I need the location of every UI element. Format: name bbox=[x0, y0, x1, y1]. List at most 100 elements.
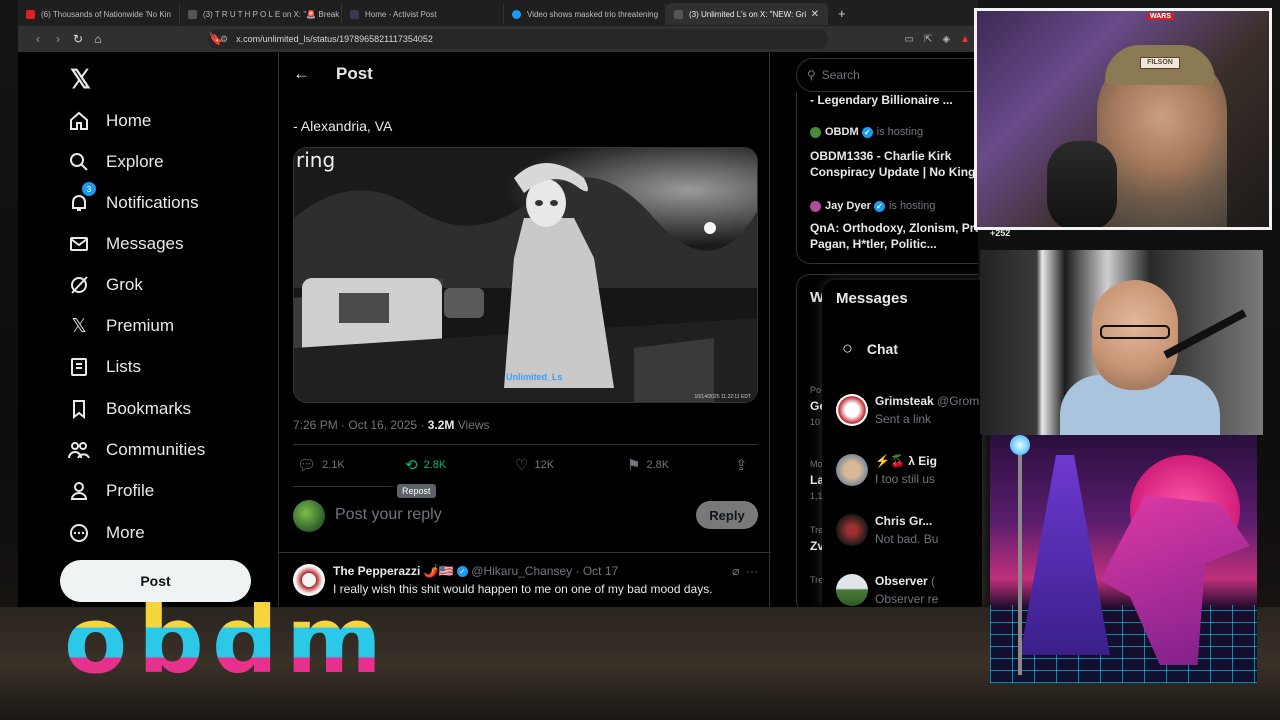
avatar bbox=[836, 454, 868, 486]
forward-icon[interactable]: › bbox=[48, 32, 68, 46]
share-icon[interactable]: ⇱ bbox=[924, 34, 932, 45]
bookmark-page-icon[interactable]: 🔖 bbox=[206, 32, 226, 46]
youtube-favicon-icon bbox=[26, 9, 35, 19]
reload-icon[interactable]: ↻ bbox=[68, 32, 88, 46]
reply-button[interactable]: Reply bbox=[696, 501, 758, 529]
rewards-icon[interactable]: ▲ bbox=[960, 34, 970, 45]
nav-item-premium[interactable]: 𝕏 Premium bbox=[68, 311, 174, 341]
views-label: Views bbox=[454, 418, 490, 432]
nav-item-lists[interactable]: Lists bbox=[68, 352, 141, 382]
space-host[interactable]: OBDM ✓ is hosting bbox=[810, 126, 923, 138]
more-icon[interactable]: ··· bbox=[746, 564, 758, 578]
grok-icon bbox=[68, 274, 90, 296]
back-arrow-icon[interactable]: ← bbox=[293, 64, 310, 84]
messages-title[interactable]: Messages bbox=[836, 290, 908, 307]
trend-category: Mo bbox=[810, 459, 823, 469]
close-tab-icon[interactable]: ✕ bbox=[807, 9, 819, 20]
search-input[interactable]: ⚲ Search bbox=[796, 58, 978, 92]
nav-item-messages[interactable]: Messages bbox=[68, 229, 183, 259]
nav-item-grok[interactable]: Grok bbox=[68, 270, 143, 300]
conversation-item[interactable]: Chris Gr... Not bad. Bu bbox=[836, 512, 982, 552]
bookmark-icon bbox=[68, 398, 90, 420]
live-spaces-panel: - Legendary Billionaire ... OBDM ✓ is hos… bbox=[796, 92, 978, 264]
space-title[interactable]: QnA: Orthodoxy, Zlonism, Prot, Pagan, H*… bbox=[810, 220, 978, 252]
wizard-artwork-overlay bbox=[990, 435, 1257, 683]
brave-shield-icon[interactable]: ◈ bbox=[942, 34, 950, 45]
repost-tooltip: Repost bbox=[397, 484, 436, 498]
nav-item-bookmarks[interactable]: Bookmarks bbox=[68, 394, 191, 424]
post-video[interactable]: ring Unlimited_Ls 10/14/2025 11:22:11 ED… bbox=[293, 147, 758, 403]
person-icon bbox=[68, 480, 90, 502]
conversation-item[interactable]: Observer ( Observer re bbox=[836, 572, 982, 607]
bookmark-icon: ⚑ bbox=[627, 457, 641, 474]
divider bbox=[293, 444, 758, 445]
nav-item-communities[interactable]: Communities bbox=[68, 435, 205, 465]
logo-letter: o bbox=[64, 595, 134, 688]
share-icon: ⇪ bbox=[735, 457, 748, 474]
microphone bbox=[1047, 141, 1117, 227]
view-count: 3.2M bbox=[427, 418, 455, 432]
browser-tab-active[interactable]: (3) Unlimited L's on X: "NEW: Gri ✕ bbox=[666, 3, 828, 25]
chat-bubble-icon: ○ bbox=[842, 338, 853, 358]
repost-action[interactable]: ⟲ 2.8K bbox=[405, 456, 446, 474]
search-icon bbox=[68, 151, 90, 173]
chat-button[interactable]: ○ Chat bbox=[842, 338, 898, 359]
back-icon[interactable]: ‹ bbox=[28, 32, 48, 46]
avatar[interactable] bbox=[293, 500, 325, 532]
post-metadata: 7:26 PM · Oct 16, 2025 · 3.2M Views bbox=[293, 418, 490, 432]
browser-tab[interactable]: Video shows masked trio threatening bbox=[504, 3, 666, 25]
x-favicon-icon bbox=[188, 9, 197, 19]
browser-tab[interactable]: (3) T R U T H P O L E on X: "🚨 Break bbox=[180, 3, 342, 25]
nav-item-explore[interactable]: Explore bbox=[68, 147, 164, 177]
doorbell-footage-image bbox=[294, 148, 757, 402]
post-time[interactable]: 7:26 PM · Oct 16, 2025 · bbox=[293, 418, 428, 432]
reply-menu: ⌀ ··· bbox=[732, 564, 758, 578]
conversation-item[interactable]: Grimsteak @Grom Sent a link bbox=[836, 392, 982, 432]
messages-drawer: Messages ○ Chat Grimsteak @Grom Sent a l… bbox=[822, 280, 982, 607]
browser-tab[interactable]: (6) Thousands of Nationwide 'No Kin bbox=[18, 3, 180, 25]
repost-icon: ⟲ bbox=[405, 457, 418, 474]
extensions-area: ▭ ⇱ ◈ ▲ bbox=[905, 34, 978, 45]
space-title[interactable]: OBDM1336 - Charlie Kirk Conspiracy Updat… bbox=[810, 148, 978, 180]
listener-count: +252 bbox=[990, 228, 1011, 238]
nav-item-profile[interactable]: Profile bbox=[68, 476, 154, 506]
space-host[interactable]: Jay Dyer ✓ is hosting bbox=[810, 200, 935, 212]
verified-badge-icon: ✓ bbox=[456, 566, 468, 578]
trend-count: 1,1 bbox=[810, 491, 823, 501]
avatar bbox=[836, 394, 868, 426]
x-favicon-icon bbox=[674, 9, 683, 19]
verified-badge-icon: ✓ bbox=[861, 126, 873, 138]
browser-toolbar: ‹ › ↻ ⌂ 🔖 ⚙ x.com/unlimited_ls/status/19… bbox=[18, 26, 978, 52]
left-navigation: 𝕏 Home Explore 3 Notifications Messages … bbox=[18, 52, 278, 607]
share-action[interactable]: ⇪ bbox=[735, 456, 754, 474]
new-tab-icon[interactable]: + bbox=[828, 6, 856, 21]
home-icon bbox=[68, 110, 90, 132]
nav-item-home[interactable]: Home bbox=[68, 106, 151, 136]
nav-item-more[interactable]: More bbox=[68, 518, 145, 548]
wizard-staff bbox=[1018, 440, 1022, 675]
reply-text: I really wish this shit would happen to … bbox=[333, 582, 713, 596]
cast-icon[interactable]: ▭ bbox=[905, 34, 914, 45]
browser-tab[interactable]: Home - Activist Post bbox=[342, 3, 504, 25]
x-logo-icon[interactable]: 𝕏 bbox=[70, 64, 91, 95]
url-text: x.com/unlimited_ls/status/19789658211173… bbox=[236, 34, 433, 44]
more-icon bbox=[68, 522, 90, 544]
address-bar[interactable]: ⚙ x.com/unlimited_ls/status/197896582111… bbox=[208, 29, 828, 49]
staff-orb bbox=[1010, 435, 1030, 455]
reply-action[interactable]: 💬︎ 2.1K bbox=[297, 456, 345, 474]
host-webcam-overlay: WARS FILSON bbox=[974, 8, 1272, 230]
nav-item-notifications[interactable]: 3 Notifications bbox=[68, 182, 199, 218]
space-title[interactable]: - Legendary Billionaire ... bbox=[810, 92, 953, 108]
like-action[interactable]: ♡ 12K bbox=[515, 456, 554, 474]
home-icon[interactable]: ⌂ bbox=[88, 32, 108, 46]
stream-layout: (6) Thousands of Nationwide 'No Kin (3) … bbox=[0, 0, 1280, 720]
avatar bbox=[836, 514, 868, 546]
logo-letter: m bbox=[286, 587, 382, 694]
heart-icon: ♡ bbox=[515, 457, 529, 474]
conversation-item[interactable]: ⚡🍒 λ Eig I too still us bbox=[836, 452, 982, 492]
grok-icon[interactable]: ⌀ bbox=[732, 564, 739, 578]
reply-input[interactable]: Post your reply bbox=[335, 506, 442, 524]
post-column: ← Post - Alexandria, VA ring Unlimited_L… bbox=[278, 52, 771, 607]
bookmark-action[interactable]: ⚑ 2.8K bbox=[627, 456, 669, 474]
search-icon: ⚲ bbox=[807, 68, 816, 82]
